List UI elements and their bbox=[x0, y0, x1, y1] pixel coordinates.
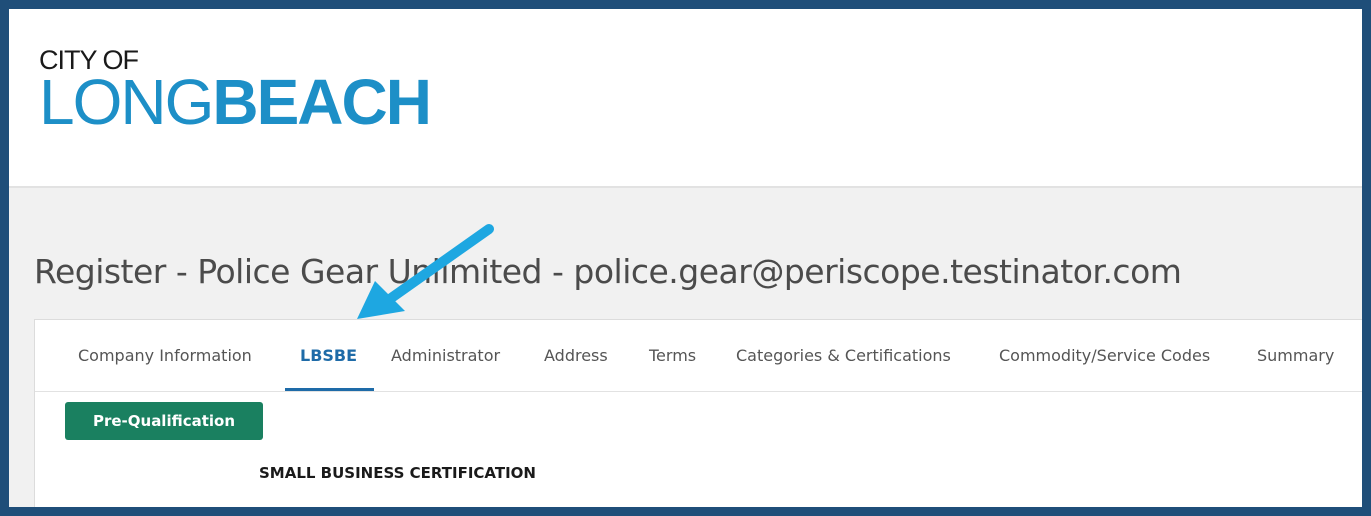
tab-bar: Company Information LBSBE Administrator … bbox=[35, 320, 1362, 392]
tab-lbsbe[interactable]: LBSBE bbox=[300, 346, 357, 365]
tab-terms[interactable]: Terms bbox=[649, 346, 696, 365]
site-header: CITY OF LONGBEACH bbox=[9, 9, 1362, 188]
city-logo[interactable]: CITY OF LONGBEACH bbox=[39, 47, 432, 135]
logo-long: LONG bbox=[39, 66, 214, 138]
arrow-pointer-icon bbox=[357, 224, 494, 319]
tab-administrator[interactable]: Administrator bbox=[391, 346, 500, 365]
logo-long-beach: LONGBEACH bbox=[39, 70, 432, 134]
pre-qualification-button[interactable]: Pre-Qualification bbox=[65, 402, 263, 440]
active-tab-indicator bbox=[285, 388, 374, 391]
section-heading: SMALL BUSINESS CERTIFICATION bbox=[259, 464, 536, 482]
logo-beach: BEACH bbox=[212, 66, 432, 138]
tab-address[interactable]: Address bbox=[544, 346, 608, 365]
registration-panel: Company Information LBSBE Administrator … bbox=[34, 319, 1362, 507]
screenshot-frame: CITY OF LONGBEACH Register - Police Gear… bbox=[9, 9, 1362, 507]
tab-categories-certifications[interactable]: Categories & Certifications bbox=[736, 346, 951, 365]
page-title: Register - Police Gear Unlimited - polic… bbox=[34, 252, 1182, 291]
tab-company-information[interactable]: Company Information bbox=[78, 346, 252, 365]
tab-summary[interactable]: Summary bbox=[1257, 346, 1334, 365]
tab-commodity-service-codes[interactable]: Commodity/Service Codes bbox=[999, 346, 1210, 365]
